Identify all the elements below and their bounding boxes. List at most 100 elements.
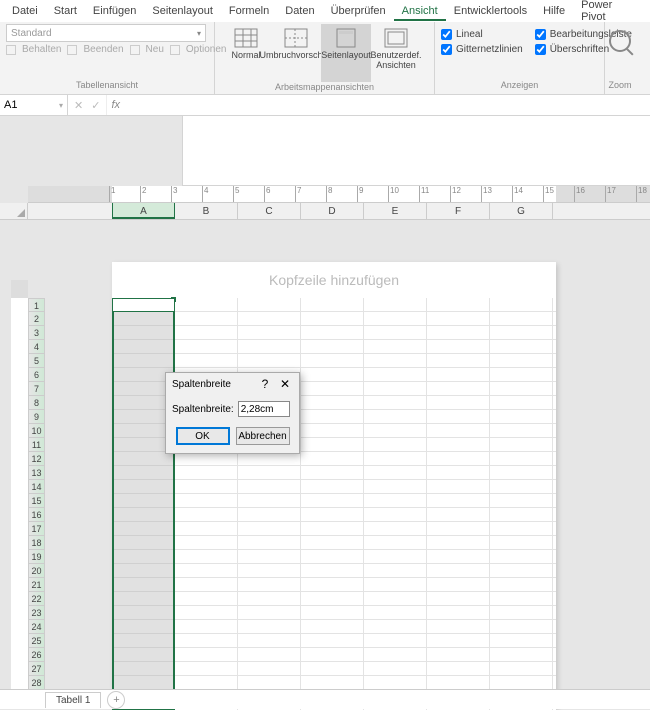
spacer <box>0 116 650 186</box>
checkbox-lineal[interactable]: Lineal <box>441 29 523 40</box>
ribbon-group-table-view: Standard ▾ BehaltenBeendenNeuOptionen Ta… <box>0 22 215 94</box>
row-header-7[interactable]: 7 <box>28 382 45 396</box>
row-header-24[interactable]: 24 <box>28 620 45 634</box>
row-header-5[interactable]: 5 <box>28 354 45 368</box>
row-header-16[interactable]: 16 <box>28 508 45 522</box>
column-width-dialog: Spaltenbreite ? ✕ Spaltenbreite: OK Abbr… <box>165 372 300 454</box>
sheet-tab[interactable]: Tabell 1 <box>45 692 101 708</box>
dialog-titlebar: Spaltenbreite ? ✕ <box>166 373 299 395</box>
chevron-down-icon: ▾ <box>197 29 201 38</box>
row-header-18[interactable]: 18 <box>28 536 45 550</box>
column-header-B[interactable]: B <box>175 203 238 219</box>
row-header-28[interactable]: 28 <box>28 676 45 690</box>
row-header-9[interactable]: 9 <box>28 410 45 424</box>
row-headers: 1234567891011121314151617181920212223242… <box>28 298 45 704</box>
ok-button[interactable]: OK <box>176 427 230 445</box>
cell-style-label: Standard <box>11 28 52 39</box>
row-header-13[interactable]: 13 <box>28 466 45 480</box>
ribbon-group-title: Anzeigen <box>441 80 598 92</box>
row-header-20[interactable]: 20 <box>28 564 45 578</box>
row-header-8[interactable]: 8 <box>28 396 45 410</box>
ribbon-group-zoom: Zoom <box>605 22 635 94</box>
cell-grid[interactable] <box>112 298 556 710</box>
column-header-F[interactable]: F <box>427 203 490 219</box>
vertical-ruler <box>11 280 28 700</box>
row-header-3[interactable]: 3 <box>28 326 45 340</box>
ribbon-group-title: Arbeitsmappenansichten <box>221 82 428 94</box>
ribbon-group-show: LinealGitternetzlinien Bearbeitungsleist… <box>435 22 605 94</box>
row-header-17[interactable]: 17 <box>28 522 45 536</box>
style-beenden-button[interactable]: Beenden <box>67 44 123 55</box>
row-header-26[interactable]: 26 <box>28 648 45 662</box>
view-umbruchvorschau-button[interactable]: Umbruchvorschau <box>271 24 321 82</box>
row-header-22[interactable]: 22 <box>28 592 45 606</box>
row-header-11[interactable]: 11 <box>28 438 45 452</box>
column-header-A[interactable]: A <box>112 203 175 219</box>
zoom-label: Zoom <box>609 80 632 92</box>
page-header-placeholder[interactable]: Kopfzeile hinzufügen <box>112 262 556 298</box>
menu-start[interactable]: Start <box>46 2 85 20</box>
zoom-icon[interactable] <box>609 30 631 52</box>
row-header-15[interactable]: 15 <box>28 494 45 508</box>
column-width-input[interactable] <box>238 401 290 417</box>
row-header-2[interactable]: 2 <box>28 312 45 326</box>
select-all-button[interactable] <box>0 203 28 219</box>
name-box[interactable]: A1 ▾ <box>0 95 68 115</box>
menu-entwicklertools[interactable]: Entwicklertools <box>446 2 535 20</box>
horizontal-ruler: 12345678910111213141516171819 <box>28 186 650 203</box>
menu-einfügen[interactable]: Einfügen <box>85 2 144 20</box>
row-header-14[interactable]: 14 <box>28 480 45 494</box>
row-header-6[interactable]: 6 <box>28 368 45 382</box>
style-behalten-button[interactable]: Behalten <box>6 44 61 55</box>
menu-bar: DateiStartEinfügenSeitenlayoutFormelnDat… <box>0 0 650 22</box>
row-header-25[interactable]: 25 <box>28 634 45 648</box>
spacer-white <box>182 116 650 186</box>
row-header-27[interactable]: 27 <box>28 662 45 676</box>
chevron-down-icon: ▾ <box>59 101 63 110</box>
column-width-label: Spaltenbreite: <box>172 404 234 415</box>
ribbon: Standard ▾ BehaltenBeendenNeuOptionen Ta… <box>0 22 650 95</box>
style-neu-button[interactable]: Neu <box>130 44 164 55</box>
menu-hilfe[interactable]: Hilfe <box>535 2 573 20</box>
row-header-1[interactable]: 1 <box>28 298 45 312</box>
row-header-4[interactable]: 4 <box>28 340 45 354</box>
row-header-23[interactable]: 23 <box>28 606 45 620</box>
page-preview: Kopfzeile hinzufügen <box>112 262 556 710</box>
row-header-21[interactable]: 21 <box>28 578 45 592</box>
row-header-10[interactable]: 10 <box>28 424 45 438</box>
column-header-D[interactable]: D <box>301 203 364 219</box>
menu-daten[interactable]: Daten <box>277 2 322 20</box>
formula-bar: A1 ▾ ✕ ✓ fx <box>0 95 650 116</box>
view-seitenlayout-button[interactable]: Seitenlayout <box>321 24 371 82</box>
selected-column-overlay <box>112 298 175 710</box>
row-header-12[interactable]: 12 <box>28 452 45 466</box>
checkbox-gitternetzlinien[interactable]: Gitternetzlinien <box>441 44 523 55</box>
ribbon-group-title: Tabellenansicht <box>6 80 208 92</box>
dialog-close-button[interactable]: ✕ <box>277 377 293 391</box>
sheet-tabs: Tabell 1 + <box>0 689 650 709</box>
menu-seitenlayout[interactable]: Seitenlayout <box>144 2 221 20</box>
formula-bar-buttons: ✕ ✓ <box>68 95 107 115</box>
active-cell[interactable] <box>112 298 175 312</box>
name-box-value: A1 <box>4 99 17 111</box>
dialog-title: Spaltenbreite <box>172 379 253 390</box>
menu-formeln[interactable]: Formeln <box>221 2 277 20</box>
dialog-help-button[interactable]: ? <box>257 377 273 391</box>
accept-icon[interactable]: ✓ <box>91 99 100 112</box>
cancel-button[interactable]: Abbrechen <box>236 427 290 445</box>
column-headers: ABCDEFG <box>0 203 650 220</box>
menu-datei[interactable]: Datei <box>4 2 46 20</box>
menu-überprüfen[interactable]: Überprüfen <box>323 2 394 20</box>
cell-style-dropdown[interactable]: Standard ▾ <box>6 24 206 42</box>
view-benutzerdefansichten-button[interactable]: Benutzerdef.Ansichten <box>371 24 421 82</box>
menu-ansicht[interactable]: Ansicht <box>394 2 446 21</box>
add-sheet-button[interactable]: + <box>107 691 125 709</box>
column-header-C[interactable]: C <box>238 203 301 219</box>
column-header-G[interactable]: G <box>490 203 553 219</box>
worksheet-area: 1234567891011121314151617181920212223242… <box>0 220 650 710</box>
ribbon-group-workbook-views: NormalUmbruchvorschauSeitenlayoutBenutze… <box>215 22 435 94</box>
row-header-19[interactable]: 19 <box>28 550 45 564</box>
cancel-icon[interactable]: ✕ <box>74 99 83 112</box>
fx-icon[interactable]: fx <box>107 99 124 111</box>
column-header-E[interactable]: E <box>364 203 427 219</box>
